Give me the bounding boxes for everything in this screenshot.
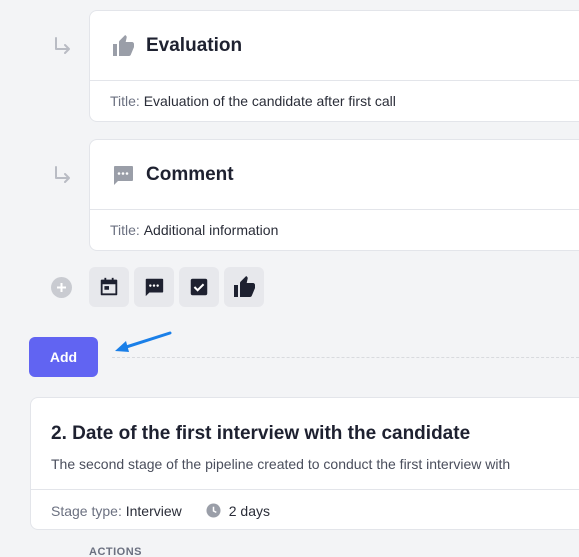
title-key: Title: bbox=[110, 222, 140, 238]
checkbox-icon bbox=[190, 278, 208, 296]
add-comment-button[interactable] bbox=[134, 267, 174, 307]
divider bbox=[112, 357, 579, 358]
stage-card[interactable]: 2. Date of the first interview with the … bbox=[30, 397, 579, 530]
card-subtitle: Title: Additional information bbox=[90, 210, 579, 250]
card-title: Comment bbox=[146, 163, 234, 185]
stage-description: The second stage of the pipeline created… bbox=[51, 456, 511, 472]
thumb-up-icon bbox=[234, 276, 255, 297]
add-evaluation-button[interactable] bbox=[224, 267, 264, 307]
add-button[interactable]: Add bbox=[29, 337, 98, 377]
return-arrow-icon bbox=[55, 166, 70, 183]
card-header: Evaluation bbox=[90, 11, 579, 81]
title-key: Title: bbox=[110, 93, 140, 109]
stage-footer: Stage type: Interview 2 days bbox=[31, 489, 579, 531]
card-subtitle: Title: Evaluation of the candidate after… bbox=[90, 81, 579, 121]
stage-type-key: Stage type: bbox=[51, 502, 122, 519]
add-checkbox-button[interactable] bbox=[179, 267, 219, 307]
stage-type-value: Interview bbox=[125, 502, 182, 519]
actions-heading: ACTIONS bbox=[89, 546, 142, 557]
stage-title: 2. Date of the first interview with the … bbox=[51, 423, 471, 444]
pointer-arrow-icon bbox=[115, 331, 172, 352]
title-value: Additional information bbox=[143, 222, 279, 238]
action-card-comment[interactable]: Comment Title: Additional information bbox=[89, 139, 579, 251]
title-value: Evaluation of the candidate after first … bbox=[143, 93, 396, 109]
comment-icon bbox=[145, 278, 164, 297]
card-title: Evaluation bbox=[146, 34, 243, 56]
add-circle-icon[interactable] bbox=[51, 277, 72, 298]
add-date-button[interactable] bbox=[89, 267, 129, 307]
clock-icon bbox=[206, 503, 221, 518]
stage-duration: 2 days bbox=[228, 502, 270, 519]
action-card-evaluation[interactable]: Evaluation Title: Evaluation of the cand… bbox=[89, 10, 579, 122]
calendar-icon bbox=[100, 277, 118, 296]
return-arrow-icon bbox=[55, 37, 70, 54]
thumb-up-icon bbox=[110, 33, 136, 59]
card-header: Comment bbox=[90, 140, 579, 210]
comment-icon bbox=[110, 162, 136, 188]
